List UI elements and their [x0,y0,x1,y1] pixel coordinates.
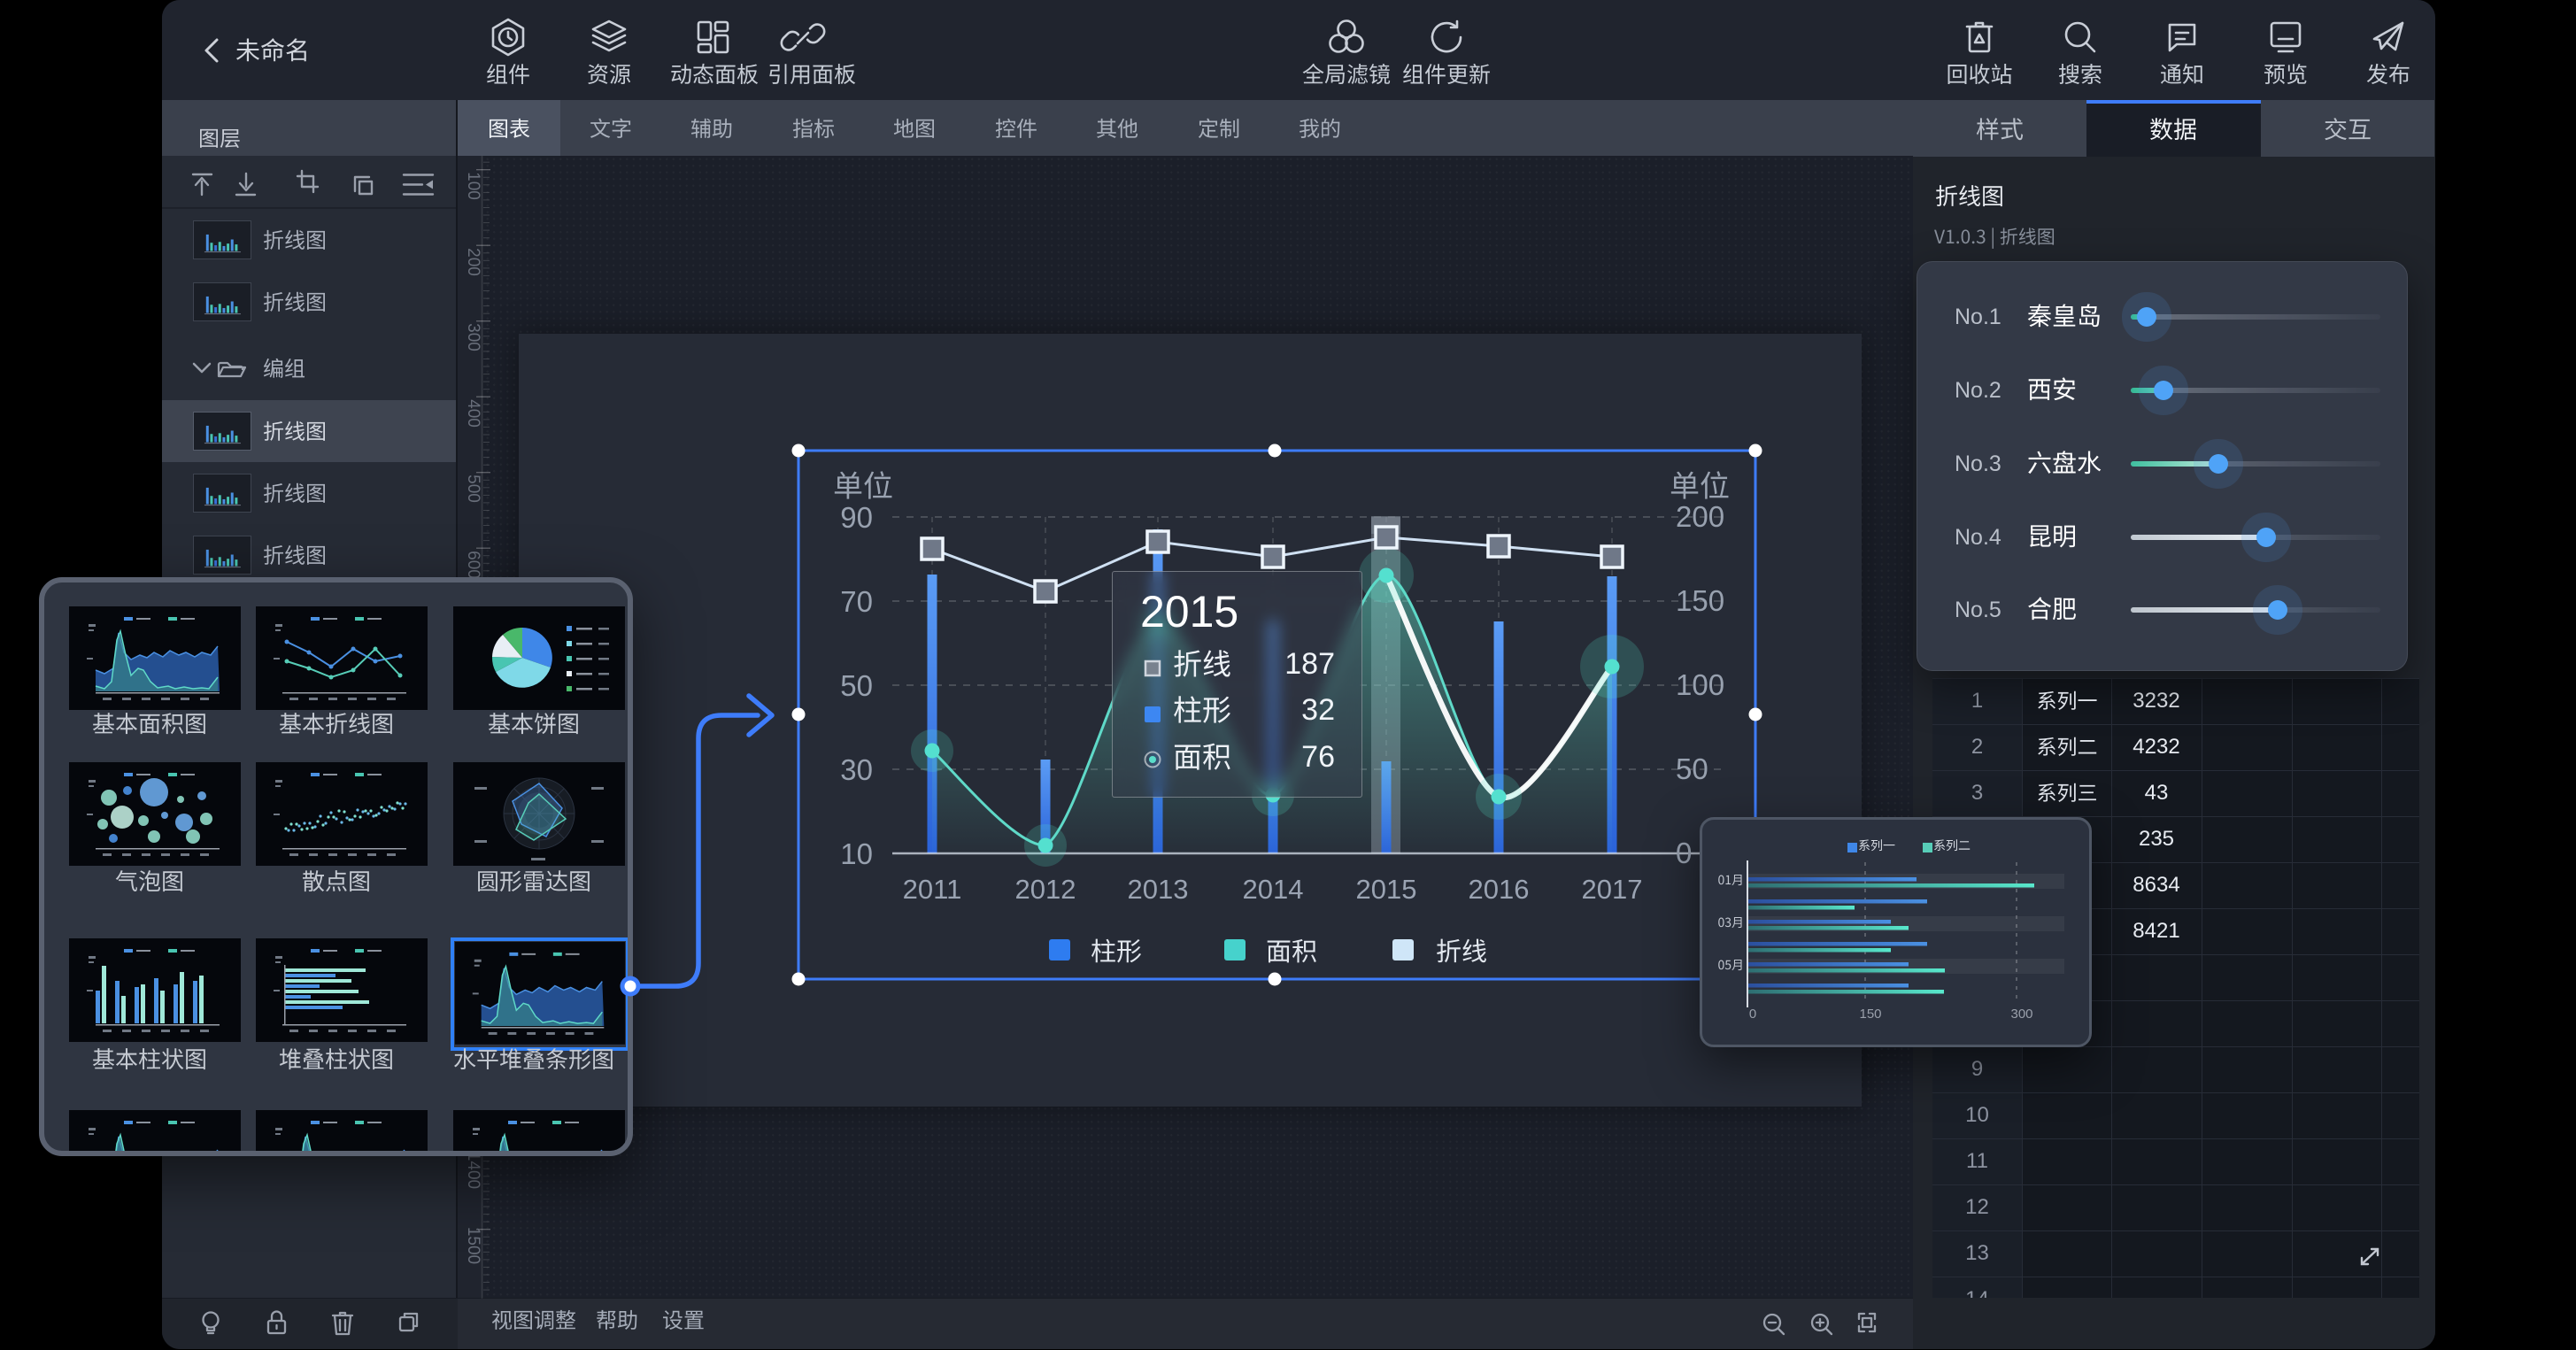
svg-text:0: 0 [1749,1007,1756,1022]
svg-text:300: 300 [2010,1007,2032,1022]
svg-text:150: 150 [1859,1007,1881,1022]
